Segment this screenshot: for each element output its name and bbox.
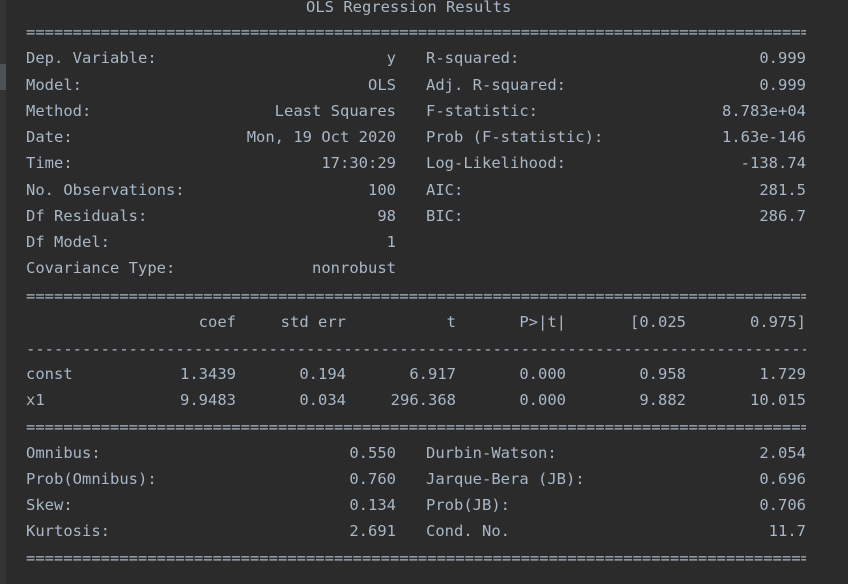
cell-t: 296.368 — [390, 391, 456, 409]
stat-label: BIC: — [426, 207, 464, 225]
model-info-row: Df Model: 1 — [26, 232, 396, 252]
model-info-row: Dep. Variable: y R-squared: 0.999 — [26, 48, 806, 68]
stat-value: 17:30:29 — [321, 154, 396, 172]
column-header-std-err: std err — [280, 313, 346, 331]
stat-value: 100 — [368, 181, 396, 199]
stat-label: Skew: — [26, 496, 73, 514]
cell-p-value: 0.000 — [519, 391, 566, 409]
stat-value: 11.7 — [768, 522, 806, 540]
stat-label: Prob (F-statistic): — [426, 128, 604, 146]
stat-label: Durbin-Watson: — [426, 444, 557, 462]
row-name: const — [26, 365, 73, 383]
model-info-row: Time: 17:30:29 Log-Likelihood: -138.74 — [26, 153, 806, 173]
table-row: x1 9.9483 0.034 296.368 0.000 9.882 10.0… — [26, 390, 806, 410]
stat-value: 281.5 — [759, 181, 806, 199]
stat-label: F-statistic: — [426, 102, 538, 120]
model-info-row: Df Residuals: 98 BIC: 286.7 — [26, 206, 806, 226]
cell-ci-upper: 1.729 — [759, 365, 806, 383]
cell-p-value: 0.000 — [519, 365, 566, 383]
results-title: OLS Regression Results — [306, 0, 512, 16]
stat-label: Dep. Variable: — [26, 49, 157, 67]
cell-ci-lower: 0.958 — [639, 365, 686, 383]
stat-value: OLS — [368, 76, 396, 94]
stat-value: 0.760 — [349, 470, 396, 488]
column-header-p-value: P>|t| — [519, 313, 566, 331]
stat-label: Kurtosis: — [26, 522, 110, 540]
column-header-ci-lower: [0.025 — [630, 313, 686, 331]
column-header-ci-upper: 0.975] — [750, 313, 806, 331]
stat-label: Model: — [26, 76, 82, 94]
diagnostics-row: Prob(Omnibus): 0.760 Jarque-Bera (JB): 0… — [26, 469, 806, 489]
stat-value: 1.63e-146 — [722, 128, 806, 146]
stat-label: Df Model: — [26, 233, 110, 251]
coef-table-header: coef std err t P>|t| [0.025 0.975] — [26, 312, 806, 332]
stat-value: 0.999 — [759, 49, 806, 67]
cell-std-err: 0.194 — [299, 365, 346, 383]
stat-label: Time: — [26, 154, 73, 172]
stat-label: Adj. R-squared: — [426, 76, 566, 94]
stat-value: 1 — [386, 233, 396, 251]
stat-value: 98 — [377, 207, 396, 225]
double-separator: ========================================… — [26, 23, 806, 41]
stat-label: Prob(Omnibus): — [26, 470, 157, 488]
model-info-row: Model: OLS Adj. R-squared: 0.999 — [26, 75, 806, 95]
stat-value: y — [386, 49, 396, 67]
cell-coef: 1.3439 — [180, 365, 236, 383]
cell-t: 6.917 — [409, 365, 456, 383]
model-info-row: No. Observations: 100 AIC: 281.5 — [26, 180, 806, 200]
double-separator: ========================================… — [26, 418, 806, 436]
stat-label: No. Observations: — [26, 181, 185, 199]
stat-label: Omnibus: — [26, 444, 101, 462]
model-info-row: Covariance Type: nonrobust — [26, 258, 396, 278]
stat-label: AIC: — [426, 181, 464, 199]
stat-value: 8.783e+04 — [722, 102, 806, 120]
stat-value: -138.74 — [740, 154, 806, 172]
stat-value: 0.999 — [759, 76, 806, 94]
stat-label: Log-Likelihood: — [426, 154, 566, 172]
stat-value: 286.7 — [759, 207, 806, 225]
cell-ci-upper: 10.015 — [750, 391, 806, 409]
stat-value: 2.054 — [759, 444, 806, 462]
double-separator: ========================================… — [26, 287, 806, 305]
editor-gutter — [0, 0, 6, 584]
stat-value: Mon, 19 Oct 2020 — [246, 128, 396, 146]
cell-ci-lower: 9.882 — [639, 391, 686, 409]
column-header-t: t — [446, 313, 456, 331]
model-info-row: Method: Least Squares F-statistic: 8.783… — [26, 101, 806, 121]
diagnostics-row: Skew: 0.134 Prob(JB): 0.706 — [26, 495, 806, 515]
stat-value: 0.706 — [759, 496, 806, 514]
stat-label: Jarque-Bera (JB): — [426, 470, 585, 488]
cell-std-err: 0.034 — [299, 391, 346, 409]
diagnostics-row: Omnibus: 0.550 Durbin-Watson: 2.054 — [26, 443, 806, 463]
stat-label: Covariance Type: — [26, 259, 176, 277]
double-separator: ========================================… — [26, 549, 806, 567]
stat-value: 2.691 — [349, 522, 396, 540]
column-header-coef: coef — [198, 313, 236, 331]
console-output[interactable]: OLS Regression Results =================… — [0, 0, 848, 584]
cell-coef: 9.9483 — [180, 391, 236, 409]
model-info-row: Date: Mon, 19 Oct 2020 Prob (F-statistic… — [26, 127, 806, 147]
stat-value: 0.696 — [759, 470, 806, 488]
diagnostics-row: Kurtosis: 2.691 Cond. No. 11.7 — [26, 521, 806, 541]
stat-value: 0.550 — [349, 444, 396, 462]
stat-value: 0.134 — [349, 496, 396, 514]
row-name: x1 — [26, 391, 45, 409]
stat-label: Prob(JB): — [426, 496, 510, 514]
gutter-marker — [0, 64, 6, 90]
stat-value: nonrobust — [312, 259, 396, 277]
stat-label: Date: — [26, 128, 73, 146]
stat-label: Method: — [26, 102, 92, 120]
stat-value: Least Squares — [274, 102, 396, 120]
single-separator: ----------------------------------------… — [26, 340, 806, 358]
table-row: const 1.3439 0.194 6.917 0.000 0.958 1.7… — [26, 364, 806, 384]
stat-label: Df Residuals: — [26, 207, 148, 225]
stat-label: Cond. No. — [426, 522, 510, 540]
stat-label: R-squared: — [426, 49, 520, 67]
